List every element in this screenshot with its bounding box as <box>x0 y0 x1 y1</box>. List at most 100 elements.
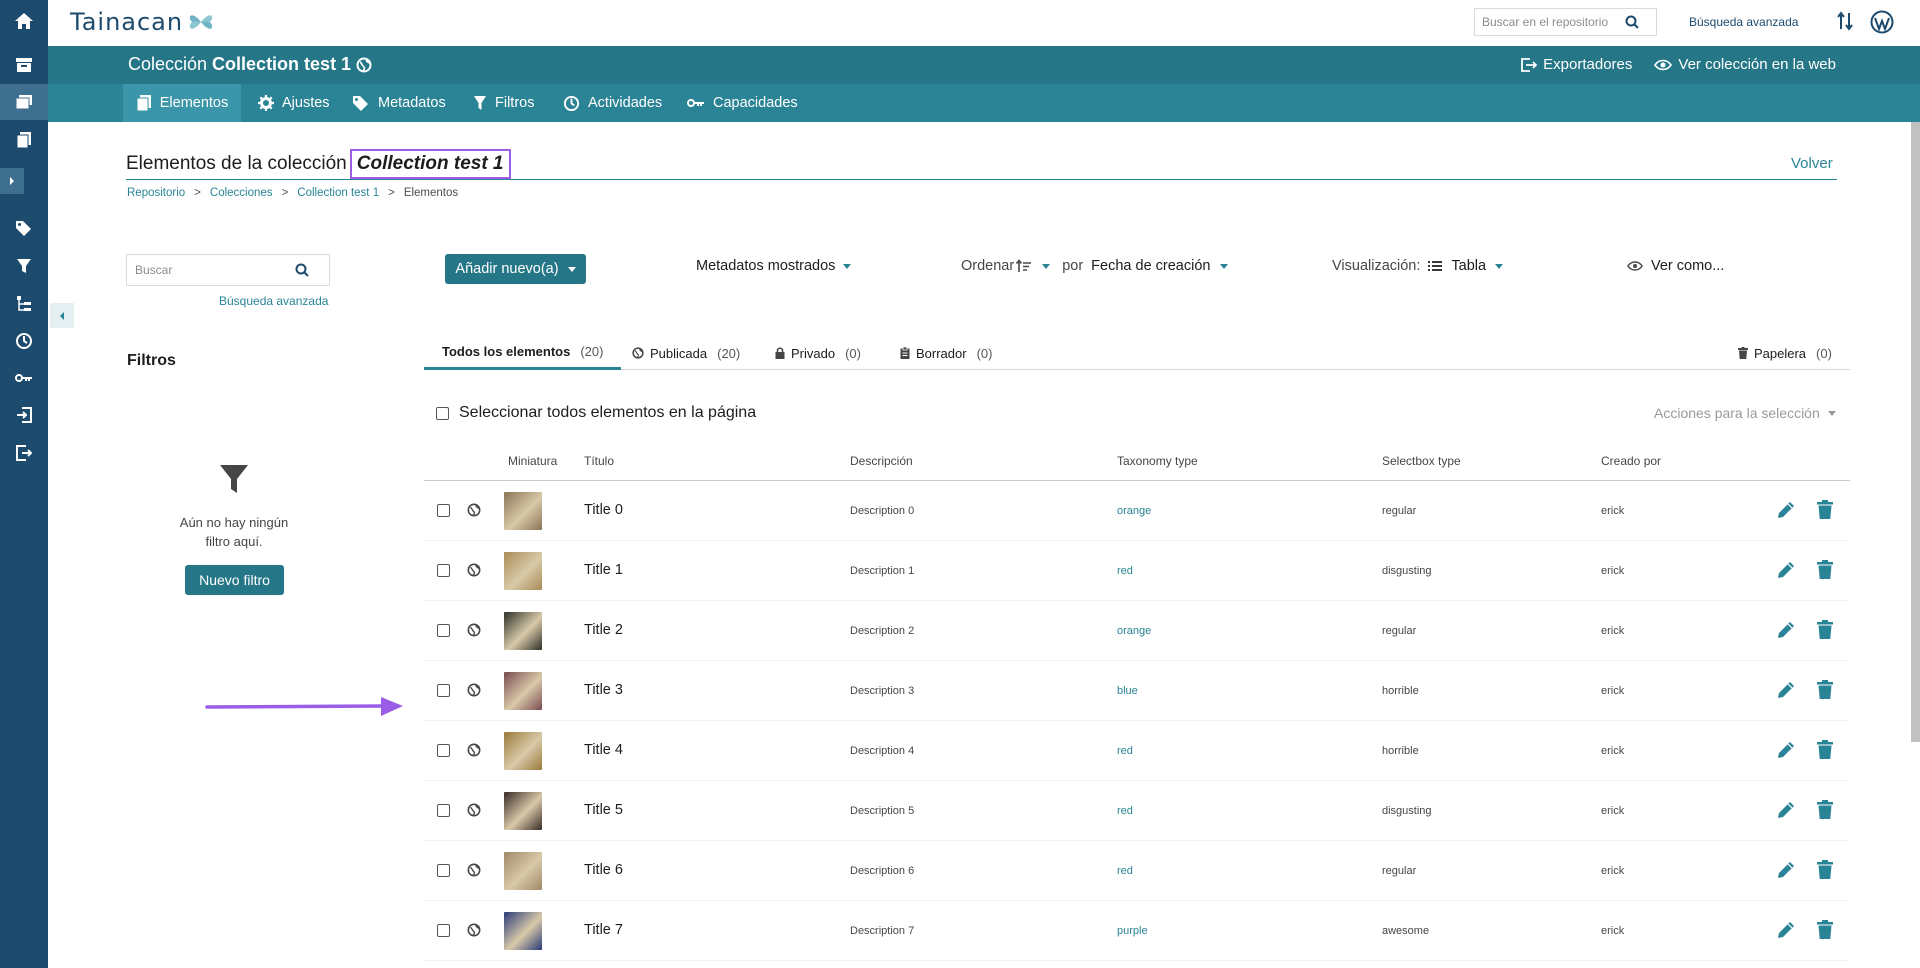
item-title[interactable]: Title 4 <box>584 742 623 758</box>
item-title[interactable]: Title 2 <box>584 622 623 638</box>
row-checkbox[interactable] <box>437 684 450 697</box>
tags-icon[interactable] <box>0 210 48 246</box>
advanced-search-link[interactable]: Búsqueda avanzada <box>219 294 328 308</box>
item-title[interactable]: Title 3 <box>584 682 623 698</box>
header-created-by[interactable]: Creado por <box>1601 454 1661 468</box>
tainacan-logo[interactable]: Tainacan <box>70 8 216 36</box>
collapse-filters-button[interactable] <box>50 303 74 328</box>
edit-icon[interactable] <box>1776 620 1796 640</box>
item-title[interactable]: Title 6 <box>584 862 623 878</box>
edit-icon[interactable] <box>1776 500 1796 520</box>
edit-icon[interactable] <box>1776 560 1796 580</box>
select-all[interactable]: Seleccionar todos elementos en la página <box>436 404 756 422</box>
table-row[interactable]: Title 1 Description 1 red disgusting erick <box>424 541 1850 601</box>
bulk-actions-dropdown[interactable]: Acciones para la selección <box>1654 405 1836 421</box>
search-icon[interactable] <box>1625 15 1639 29</box>
trash-icon[interactable] <box>1817 740 1833 760</box>
exporters-link[interactable]: Exportadores <box>1521 56 1632 73</box>
item-taxonomy[interactable]: red <box>1117 805 1133 817</box>
exporter-icon[interactable] <box>0 435 48 471</box>
edit-icon[interactable] <box>1776 920 1796 940</box>
status-tab-all[interactable]: Todos los elementos (20) <box>424 336 622 370</box>
row-checkbox[interactable] <box>437 504 450 517</box>
search-icon[interactable] <box>295 263 309 277</box>
breadcrumb-collections[interactable]: Colecciones <box>210 187 273 199</box>
item-thumbnail[interactable] <box>504 912 542 950</box>
filter-icon[interactable] <box>0 248 48 284</box>
status-tab-private[interactable]: Privado (0) <box>767 336 869 370</box>
scrollbar[interactable] <box>1911 122 1920 742</box>
tab-capacidades[interactable]: Capacidades <box>677 84 808 122</box>
home-icon[interactable] <box>0 3 48 39</box>
breadcrumb-collection[interactable]: Collection test 1 <box>297 187 379 199</box>
trash-icon[interactable] <box>1817 680 1833 700</box>
items-search-input[interactable] <box>127 263 295 277</box>
order-field-select[interactable]: Fecha de creación <box>1091 258 1229 274</box>
repository-search[interactable] <box>1474 8 1657 36</box>
header-thumbnail[interactable]: Miniatura <box>508 454 557 468</box>
item-thumbnail[interactable] <box>504 672 542 710</box>
status-tab-draft[interactable]: Borrador (0) <box>892 336 1000 370</box>
row-checkbox[interactable] <box>437 564 450 577</box>
header-description[interactable]: Descripción <box>850 454 913 468</box>
header-taxonomy[interactable]: Taxonomy type <box>1117 454 1198 468</box>
item-thumbnail[interactable] <box>504 552 542 590</box>
item-taxonomy[interactable]: blue <box>1117 685 1138 697</box>
add-new-button[interactable]: Añadir nuevo(a) <box>445 254 586 284</box>
status-tab-trash[interactable]: Papelera (0) <box>1730 336 1840 370</box>
table-row[interactable]: Title 4 Description 4 red horrible erick <box>424 721 1850 781</box>
items-icon[interactable] <box>0 122 48 158</box>
collections-icon[interactable] <box>0 84 48 120</box>
item-thumbnail[interactable] <box>504 492 542 530</box>
status-tab-published[interactable]: Publicada (20) <box>624 336 748 370</box>
archive-icon[interactable] <box>0 47 48 83</box>
table-row[interactable]: Title 5 Description 5 red disgusting erick <box>424 781 1850 841</box>
chevron-down-icon[interactable] <box>1042 263 1051 269</box>
item-taxonomy[interactable]: red <box>1117 865 1133 877</box>
row-checkbox[interactable] <box>437 864 450 877</box>
sort-direction-icon[interactable] <box>1016 259 1032 273</box>
breadcrumb-repository[interactable]: Repositorio <box>127 187 185 199</box>
item-thumbnail[interactable] <box>504 852 542 890</box>
table-row[interactable]: Title 7 Description 7 purple awesome erick <box>424 901 1850 961</box>
row-checkbox[interactable] <box>437 924 450 937</box>
trash-icon[interactable] <box>1817 920 1833 940</box>
trash-icon[interactable] <box>1817 560 1833 580</box>
back-link[interactable]: Volver <box>1791 155 1833 172</box>
header-title[interactable]: Título <box>584 454 614 468</box>
item-thumbnail[interactable] <box>504 612 542 650</box>
item-taxonomy[interactable]: red <box>1117 565 1133 577</box>
tab-actividades[interactable]: Actividades <box>553 84 672 122</box>
wordpress-icon[interactable] <box>1870 10 1894 34</box>
advanced-search-link[interactable]: Búsqueda avanzada <box>1689 15 1798 29</box>
view-on-web-link[interactable]: Ver colección en la web <box>1654 56 1836 73</box>
new-filter-button[interactable]: Nuevo filtro <box>185 565 284 595</box>
view-as-button[interactable]: Ver como... <box>1627 258 1724 274</box>
row-checkbox[interactable] <box>437 624 450 637</box>
trash-icon[interactable] <box>1817 500 1833 520</box>
expand-sidebar-icon[interactable] <box>0 168 24 194</box>
trash-icon[interactable] <box>1817 800 1833 820</box>
item-title[interactable]: Title 7 <box>584 922 623 938</box>
taxonomy-icon[interactable] <box>0 286 48 322</box>
view-mode-select[interactable]: Tabla <box>1428 258 1504 274</box>
metadata-shown-dropdown[interactable]: Metadatos mostrados <box>696 258 852 274</box>
table-row[interactable]: Title 0 Description 0 orange regular erick <box>424 481 1850 541</box>
table-row[interactable]: Title 2 Description 2 orange regular erick <box>424 601 1850 661</box>
item-title[interactable]: Title 5 <box>584 802 623 818</box>
importer-icon[interactable] <box>0 397 48 433</box>
key-icon[interactable] <box>0 360 48 396</box>
items-search[interactable] <box>126 254 330 286</box>
activity-icon[interactable] <box>0 323 48 359</box>
tab-metadatos[interactable]: Metadatos <box>342 84 456 122</box>
edit-icon[interactable] <box>1776 740 1796 760</box>
item-title[interactable]: Title 0 <box>584 502 623 518</box>
header-selectbox[interactable]: Selectbox type <box>1382 454 1461 468</box>
edit-icon[interactable] <box>1776 860 1796 880</box>
edit-icon[interactable] <box>1776 680 1796 700</box>
row-checkbox[interactable] <box>437 744 450 757</box>
item-taxonomy[interactable]: red <box>1117 745 1133 757</box>
item-taxonomy[interactable]: orange <box>1117 625 1151 637</box>
tab-elementos[interactable]: Elementos <box>123 84 241 122</box>
table-row[interactable]: Title 3 Description 3 blue horrible erick <box>424 661 1850 721</box>
